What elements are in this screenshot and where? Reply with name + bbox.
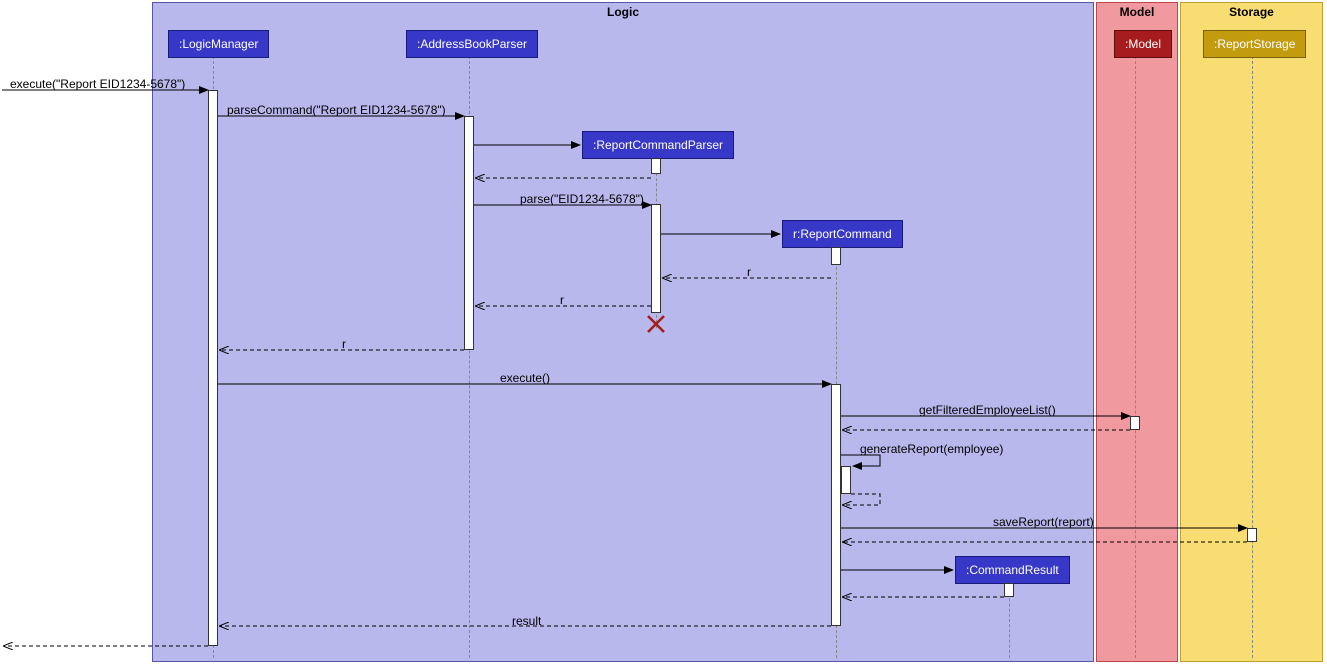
lifeline-reportstorage xyxy=(1252,56,1253,658)
lifeline-model xyxy=(1135,56,1136,658)
act-addressbookparser xyxy=(464,116,474,350)
reportstorage-head: :ReportStorage xyxy=(1203,30,1306,58)
act-reportcommand-create xyxy=(831,247,841,265)
sequence-diagram: Logic Model Storage :LogicManager :Addre… xyxy=(0,0,1327,670)
msg-generatereport: generateReport(employee) xyxy=(860,442,1003,456)
model-head: :Model xyxy=(1114,30,1172,58)
destroy-icon xyxy=(646,314,666,334)
logicmanager-head: :LogicManager xyxy=(168,30,269,58)
commandresult-head: :CommandResult xyxy=(955,556,1070,584)
msg-r2: r xyxy=(560,293,564,307)
msg-getfiltered: getFilteredEmployeeList() xyxy=(919,403,1056,417)
msg-savereport: saveReport(report) xyxy=(993,515,1094,529)
act-rcp-1 xyxy=(651,158,661,174)
act-logicmanager xyxy=(208,90,218,646)
act-rcp-2 xyxy=(651,204,661,313)
msg-execute: execute() xyxy=(500,371,550,385)
act-storage xyxy=(1247,528,1257,542)
storage-package-label: Storage xyxy=(1229,5,1274,19)
reportcommandparser-head: :ReportCommandParser xyxy=(582,131,734,159)
logic-package: Logic xyxy=(152,2,1094,662)
act-model xyxy=(1130,416,1140,430)
reportcommand-head: r:ReportCommand xyxy=(782,220,903,248)
logic-package-label: Logic xyxy=(607,5,639,19)
act-reportcommand-exec xyxy=(831,384,841,626)
msg-result: result xyxy=(512,614,541,628)
msg-parse: parse("EID1234-5678") xyxy=(520,192,644,206)
model-package-label: Model xyxy=(1120,5,1155,19)
msg-execute-in: execute("Report EID1234-5678") xyxy=(10,77,185,91)
msg-r3: r xyxy=(342,337,346,351)
model-package: Model xyxy=(1096,2,1178,662)
addressbookparser-head: :AddressBookParser xyxy=(406,30,538,58)
act-commandresult xyxy=(1004,583,1014,597)
msg-r1: r xyxy=(747,265,751,279)
msg-parsecommand: parseCommand("Report EID1234-5678") xyxy=(227,103,446,117)
act-selfcall xyxy=(841,466,851,494)
